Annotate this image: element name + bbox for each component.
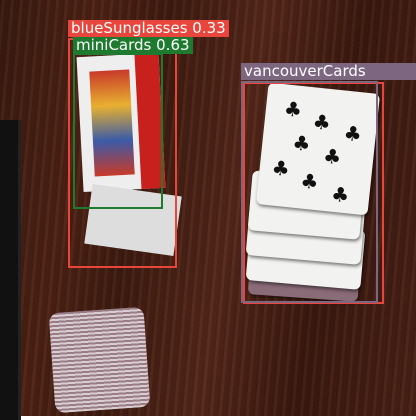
- score-text: 0.63: [156, 36, 190, 54]
- label-text: blueSunglasses: [71, 19, 188, 37]
- label-text: vancouverCards: [244, 62, 366, 80]
- detection-box-vancouver-cards: [241, 81, 378, 303]
- detection-label-vancouver-cards: vancouverCards: [241, 63, 416, 80]
- label-text: miniCards: [76, 36, 152, 54]
- score-text: 0.33: [192, 19, 226, 37]
- dark-frame-object: [0, 120, 21, 420]
- detection-box-mini-cards: [73, 53, 163, 209]
- detection-label-blue-sunglasses: blueSunglasses 0.33: [68, 20, 229, 37]
- mini-card-deck: [48, 306, 151, 414]
- detection-label-mini-cards: miniCards 0.63: [73, 37, 193, 54]
